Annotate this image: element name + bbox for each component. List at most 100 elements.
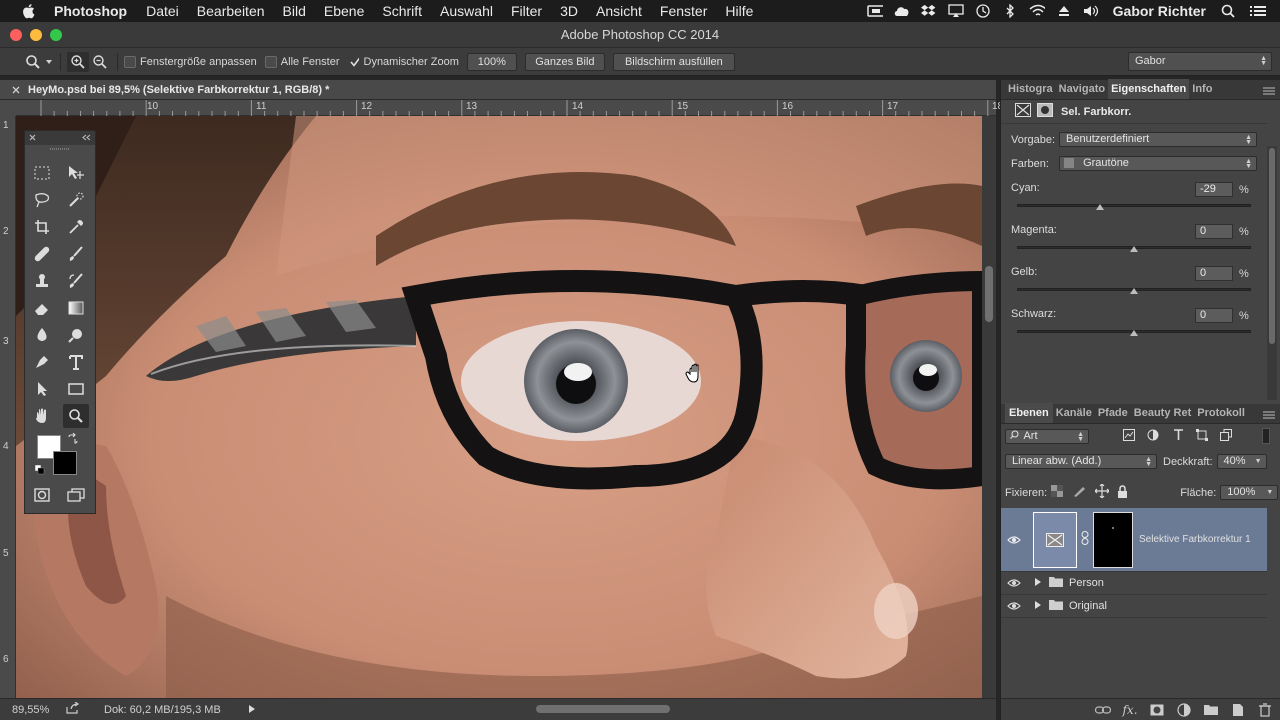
move-tool-icon[interactable] xyxy=(63,161,89,185)
yellow-input[interactable]: 0 xyxy=(1195,266,1233,281)
filter-smart-object-icon[interactable] xyxy=(1220,428,1232,444)
scrubby-zoom-checkbox[interactable] xyxy=(348,56,360,68)
rectangle-tool-icon[interactable] xyxy=(63,377,89,401)
link-chain-icon[interactable] xyxy=(1081,531,1089,548)
colors-dropdown[interactable]: Grautöne ▲ ▼ xyxy=(1059,156,1257,171)
layer-row-selective-color[interactable]: Selektive Farbkorrektur 1 xyxy=(1001,508,1267,572)
close-document-icon[interactable] xyxy=(10,86,22,94)
black-slider-thumb[interactable] xyxy=(1130,330,1138,336)
cyan-slider[interactable] xyxy=(1017,204,1251,210)
lock-image-pixels-icon[interactable] xyxy=(1073,485,1087,500)
zoom-out-icon[interactable] xyxy=(89,52,111,72)
preset-dropdown[interactable]: Benutzerdefiniert ▲ ▼ xyxy=(1059,132,1257,147)
filter-pixel-icon[interactable] xyxy=(1123,428,1135,444)
window-zoom-button[interactable] xyxy=(50,29,62,41)
eject-icon[interactable] xyxy=(1056,4,1072,18)
zoom-in-icon[interactable] xyxy=(67,51,89,72)
new-layer-icon[interactable] xyxy=(1228,702,1248,718)
spotlight-search-icon[interactable] xyxy=(1220,4,1236,18)
menu-ebene[interactable]: Ebene xyxy=(324,3,364,19)
path-selection-tool-icon[interactable] xyxy=(29,377,55,401)
magenta-slider-thumb[interactable] xyxy=(1130,246,1138,252)
user-name[interactable]: Gabor Richter xyxy=(1113,3,1206,19)
lasso-tool-icon[interactable] xyxy=(29,188,55,212)
tools-panel-header[interactable] xyxy=(25,131,95,145)
magenta-slider[interactable] xyxy=(1017,246,1251,252)
all-windows-checkbox[interactable] xyxy=(264,55,277,68)
link-layers-icon[interactable] xyxy=(1093,702,1113,718)
hand-tool-icon[interactable] xyxy=(29,404,55,428)
notification-center-icon[interactable] xyxy=(1250,4,1266,18)
layer-row-person[interactable]: Person xyxy=(1001,572,1267,595)
apple-icon[interactable] xyxy=(20,2,38,20)
horizontal-scroll-thumb[interactable] xyxy=(536,705,670,713)
new-group-icon[interactable] xyxy=(1201,702,1221,718)
background-color-swatch[interactable] xyxy=(53,451,77,475)
share-icon[interactable] xyxy=(66,701,80,717)
quick-selection-tool-icon[interactable] xyxy=(63,188,89,212)
vertical-ruler[interactable]: 1 2 3 4 5 6 xyxy=(0,116,16,698)
layer-row-original[interactable]: Original xyxy=(1001,595,1267,618)
filter-adjustment-icon[interactable] xyxy=(1147,429,1159,444)
filter-shape-icon[interactable] xyxy=(1196,428,1208,444)
fill-input[interactable]: 100% ▼ xyxy=(1220,485,1279,500)
panel-menu-icon[interactable] xyxy=(1263,86,1275,95)
menu-datei[interactable]: Datei xyxy=(146,3,179,19)
collapse-panel-icon[interactable] xyxy=(82,132,91,144)
expand-group-icon[interactable] xyxy=(1035,577,1041,589)
screen-mode-icon[interactable] xyxy=(63,483,89,507)
menu-hilfe[interactable]: Hilfe xyxy=(725,3,753,19)
menu-ansicht[interactable]: Ansicht xyxy=(596,3,642,19)
properties-scrollbar[interactable] xyxy=(1267,146,1277,400)
adjustment-thumbnail-icon[interactable] xyxy=(1033,511,1077,568)
fill-screen-button[interactable]: Bildschirm ausfüllen xyxy=(612,52,735,71)
vertical-scroll-thumb[interactable] xyxy=(985,266,993,322)
layer-mask-icon[interactable] xyxy=(1037,103,1053,120)
menu-bearbeiten[interactable]: Bearbeiten xyxy=(197,3,265,19)
blur-tool-icon[interactable] xyxy=(29,323,55,347)
fit-screen-button[interactable]: Ganzes Bild xyxy=(524,52,605,71)
filter-type-icon[interactable] xyxy=(1173,428,1184,444)
lock-transparent-pixels-icon[interactable] xyxy=(1051,485,1064,500)
menu-bild[interactable]: Bild xyxy=(283,3,306,19)
yellow-slider[interactable] xyxy=(1017,288,1251,294)
window-close-button[interactable] xyxy=(10,29,22,41)
dodge-tool-icon[interactable] xyxy=(63,323,89,347)
tab-properties[interactable]: Eigenschaften xyxy=(1108,79,1190,99)
gradient-tool-icon[interactable] xyxy=(63,296,89,320)
visibility-eye-icon[interactable] xyxy=(1001,601,1027,611)
vertical-scrollbar[interactable] xyxy=(982,116,996,698)
zoom-tool-icon[interactable] xyxy=(63,404,89,428)
eraser-tool-icon[interactable] xyxy=(29,296,55,320)
status-menu-arrow-icon[interactable] xyxy=(248,704,255,716)
healing-brush-tool-icon[interactable] xyxy=(29,242,55,266)
zoom-tool-preset-icon[interactable] xyxy=(22,52,44,72)
tab-navigator[interactable]: Navigato xyxy=(1056,79,1108,99)
clone-stamp-tool-icon[interactable] xyxy=(29,269,55,293)
type-tool-icon[interactable] xyxy=(63,350,89,374)
default-colors-icon[interactable] xyxy=(34,464,45,478)
document-tab[interactable]: HeyMo.psd bei 89,5% (Selektive Farbkorre… xyxy=(0,80,996,100)
yellow-slider-thumb[interactable] xyxy=(1130,288,1138,294)
new-adjustment-layer-icon[interactable] xyxy=(1174,702,1194,718)
quick-mask-icon[interactable] xyxy=(29,483,55,507)
filter-toggle-switch[interactable] xyxy=(1262,428,1270,444)
tab-info[interactable]: Info xyxy=(1189,79,1215,99)
panel-grip[interactable] xyxy=(25,145,95,153)
volume-icon[interactable] xyxy=(1083,4,1099,18)
layer-filter-dropdown[interactable]: Art ▲ ▼ xyxy=(1005,428,1089,444)
workspace-switcher[interactable]: Gabor ▲ ▼ xyxy=(1128,52,1272,71)
cloud-icon[interactable] xyxy=(894,4,910,18)
preset-dropdown-arrow-icon[interactable] xyxy=(44,52,54,72)
horizontal-ruler[interactable]: 10 11 12 13 14 15 16 17 18 xyxy=(16,100,1003,116)
cyan-input[interactable]: -29 xyxy=(1195,182,1233,197)
marquee-tool-icon[interactable] xyxy=(29,161,55,185)
magenta-input[interactable]: 0 xyxy=(1195,224,1233,239)
tab-histogram[interactable]: Histogra xyxy=(1005,79,1056,99)
window-minimize-button[interactable] xyxy=(30,29,42,41)
menu-photoshop[interactable]: Photoshop xyxy=(54,3,127,19)
zoom-100-button[interactable]: 100% xyxy=(466,52,517,71)
dropbox-icon[interactable] xyxy=(920,4,937,18)
delete-layer-icon[interactable] xyxy=(1255,702,1275,718)
lock-all-icon[interactable] xyxy=(1117,484,1128,501)
